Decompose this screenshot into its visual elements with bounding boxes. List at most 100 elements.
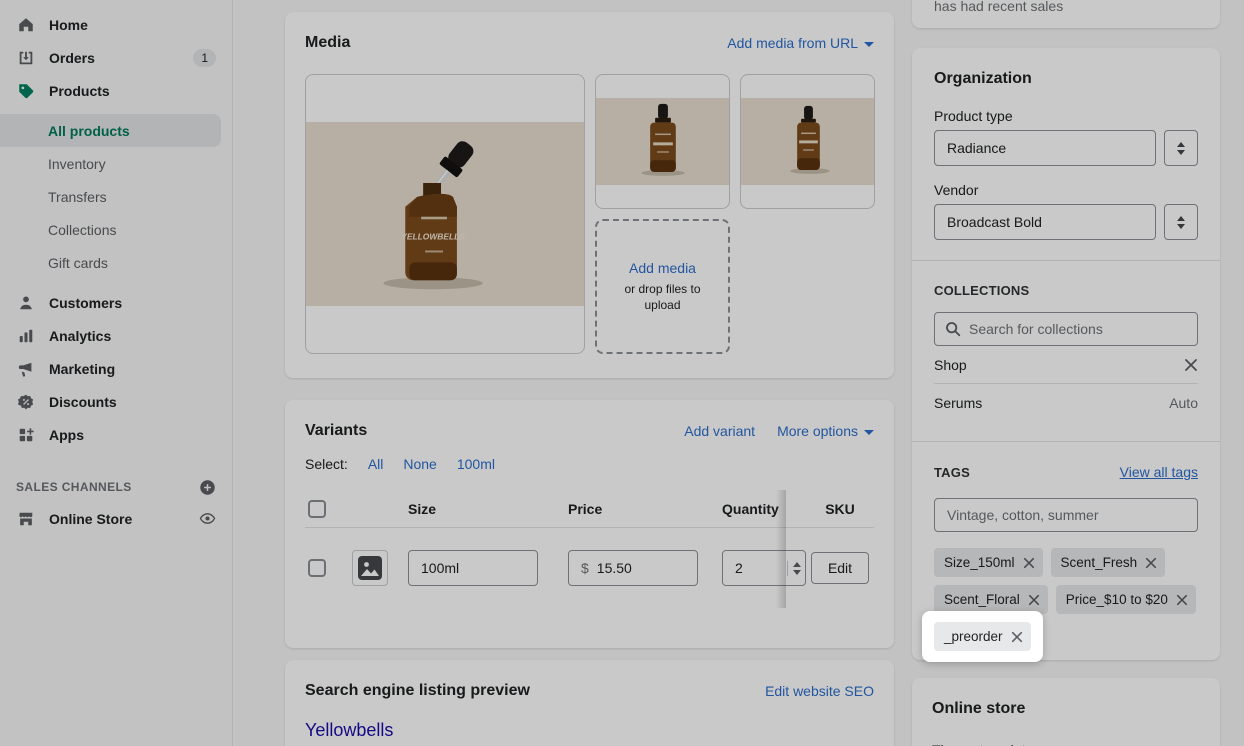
tag-label: Size_150ml [944, 555, 1015, 570]
sidebar-item-label: Home [49, 17, 88, 33]
sidebar-item-home[interactable]: Home [0, 8, 232, 41]
vendor-input[interactable] [934, 204, 1156, 240]
quantity-spin-buttons [787, 561, 805, 576]
sidebar-item-inventory[interactable]: Inventory [0, 147, 232, 180]
sidebar-item-discounts[interactable]: Discounts [0, 385, 232, 418]
collections-search-input[interactable] [934, 312, 1198, 346]
sidebar-item-all-products[interactable]: All products [0, 114, 221, 147]
variant-quantity-stepper[interactable] [722, 560, 806, 577]
add-media-dropzone[interactable]: Add media or drop files to upload [595, 219, 730, 354]
sidebar-item-orders[interactable]: Orders 1 [0, 41, 232, 74]
sidebar-item-label: Orders [49, 50, 95, 66]
product-type-select-button[interactable] [1164, 130, 1198, 166]
sidebar: Home Orders 1 Products All products Inve… [0, 0, 233, 746]
sidebar-item-label: Apps [49, 427, 84, 443]
tags-input[interactable] [934, 498, 1198, 532]
remove-tag-button[interactable] [1176, 594, 1188, 606]
add-variant-link[interactable]: Add variant [684, 423, 755, 439]
theme-template-label: Theme template [932, 742, 1200, 746]
collection-name: Shop [934, 357, 967, 373]
sidebar-item-label: Marketing [49, 361, 115, 377]
sales-channels-label: SALES CHANNELS [16, 480, 132, 494]
select-all-checkbox[interactable] [308, 500, 326, 518]
shopify-admin-product-page: Home Orders 1 Products All products Inve… [0, 0, 1244, 746]
product-insight-card: has had recent sales [912, 0, 1220, 28]
sub-item-label: Gift cards [48, 255, 108, 271]
product-image-thumb-1[interactable] [595, 74, 730, 209]
add-media-from-url-link[interactable]: Add media from URL [727, 35, 874, 51]
collection-name: Serums [934, 395, 982, 411]
quantity-decrease-button[interactable] [788, 569, 805, 577]
remove-tag-button[interactable] [1145, 557, 1157, 569]
seo-preview-title[interactable]: Yellowbells [305, 720, 874, 741]
select-100ml-link[interactable]: 100ml [457, 456, 495, 472]
organization-section: Organization Product type Vendor [912, 48, 1220, 261]
sidebar-item-marketing[interactable]: Marketing [0, 352, 232, 385]
sub-item-label: All products [48, 123, 130, 139]
select-all-link[interactable]: All [368, 456, 384, 472]
drop-files-hint: or drop files to upload [608, 282, 718, 313]
products-tag-icon [16, 81, 36, 101]
collection-item-shop: Shop [934, 346, 1198, 383]
remove-tag-button[interactable] [1023, 557, 1035, 569]
product-photo [741, 98, 874, 186]
close-icon [1023, 557, 1035, 569]
variant-edit-button[interactable]: Edit [811, 552, 869, 584]
seo-card-title: Search engine listing preview [305, 682, 530, 700]
view-all-tags-link[interactable]: View all tags [1120, 464, 1198, 480]
analytics-icon [16, 326, 36, 346]
orders-icon [16, 48, 36, 68]
vendor-select-button[interactable] [1164, 204, 1198, 240]
variant-size-input[interactable] [408, 550, 538, 586]
preorder-tag-spotlight: _preorder [922, 611, 1043, 662]
variant-price-value[interactable] [597, 560, 677, 576]
chevron-down-icon [1177, 150, 1185, 155]
sidebar-item-customers[interactable]: Customers [0, 286, 232, 319]
add-media-from-url-label: Add media from URL [727, 35, 858, 51]
chevron-down-icon [864, 430, 874, 435]
select-none-link[interactable]: None [403, 456, 436, 472]
sidebar-item-gift-cards[interactable]: Gift cards [0, 246, 232, 279]
marketing-icon [16, 359, 36, 379]
sidebar-item-apps[interactable]: Apps [0, 418, 232, 451]
sub-item-label: Inventory [48, 156, 106, 172]
sidebar-item-collections[interactable]: Collections [0, 213, 232, 246]
sub-item-label: Collections [48, 222, 116, 238]
online-store-card: Online store Theme template [912, 678, 1220, 746]
quantity-increase-button[interactable] [788, 561, 805, 569]
variant-image-button[interactable] [352, 550, 388, 586]
sidebar-item-online-store[interactable]: Online Store [0, 502, 232, 535]
sidebar-item-label: Analytics [49, 328, 111, 344]
column-header-price: Price [568, 501, 698, 517]
add-sales-channel-button[interactable] [199, 479, 216, 496]
sidebar-item-transfers[interactable]: Transfers [0, 180, 232, 213]
remove-collection-button[interactable] [1184, 358, 1198, 372]
edit-website-seo-link[interactable]: Edit website SEO [765, 683, 874, 699]
media-card: Media Add media from URL [285, 12, 894, 378]
close-icon [1184, 358, 1198, 372]
sidebar-item-analytics[interactable]: Analytics [0, 319, 232, 352]
variant-price-input[interactable]: $ [568, 550, 698, 586]
sidebar-item-products[interactable]: Products [0, 74, 232, 107]
product-image-thumb-2[interactable] [740, 74, 875, 209]
variants-card-title: Variants [305, 422, 367, 440]
chevron-up-icon [1177, 216, 1185, 221]
close-icon [1176, 594, 1188, 606]
product-image-main[interactable]: YELLOWBELLS [305, 74, 585, 354]
product-type-input[interactable] [934, 130, 1156, 166]
tag-label: Price_$10 to $20 [1066, 592, 1168, 607]
products-sub-nav: All products Inventory Transfers Collect… [0, 114, 232, 279]
bottle-label-text: YELLOWBELLS [401, 232, 465, 242]
sidebar-item-label: Discounts [49, 394, 117, 410]
variant-row-checkbox[interactable] [308, 559, 326, 577]
add-media-link[interactable]: Add media [629, 260, 696, 276]
remove-tag-button[interactable] [1011, 631, 1023, 643]
sidebar-item-label: Online Store [49, 511, 132, 527]
tag-pill: Scent_Fresh [1051, 548, 1166, 577]
media-grid: YELLOWBELLS [305, 74, 874, 354]
view-online-store-eye-icon[interactable] [199, 510, 216, 527]
collections-section: COLLECTIONS Shop Serums Auto [912, 261, 1220, 442]
orders-count-badge: 1 [193, 49, 216, 67]
more-options-link[interactable]: More options [777, 423, 874, 439]
remove-tag-button[interactable] [1028, 594, 1040, 606]
